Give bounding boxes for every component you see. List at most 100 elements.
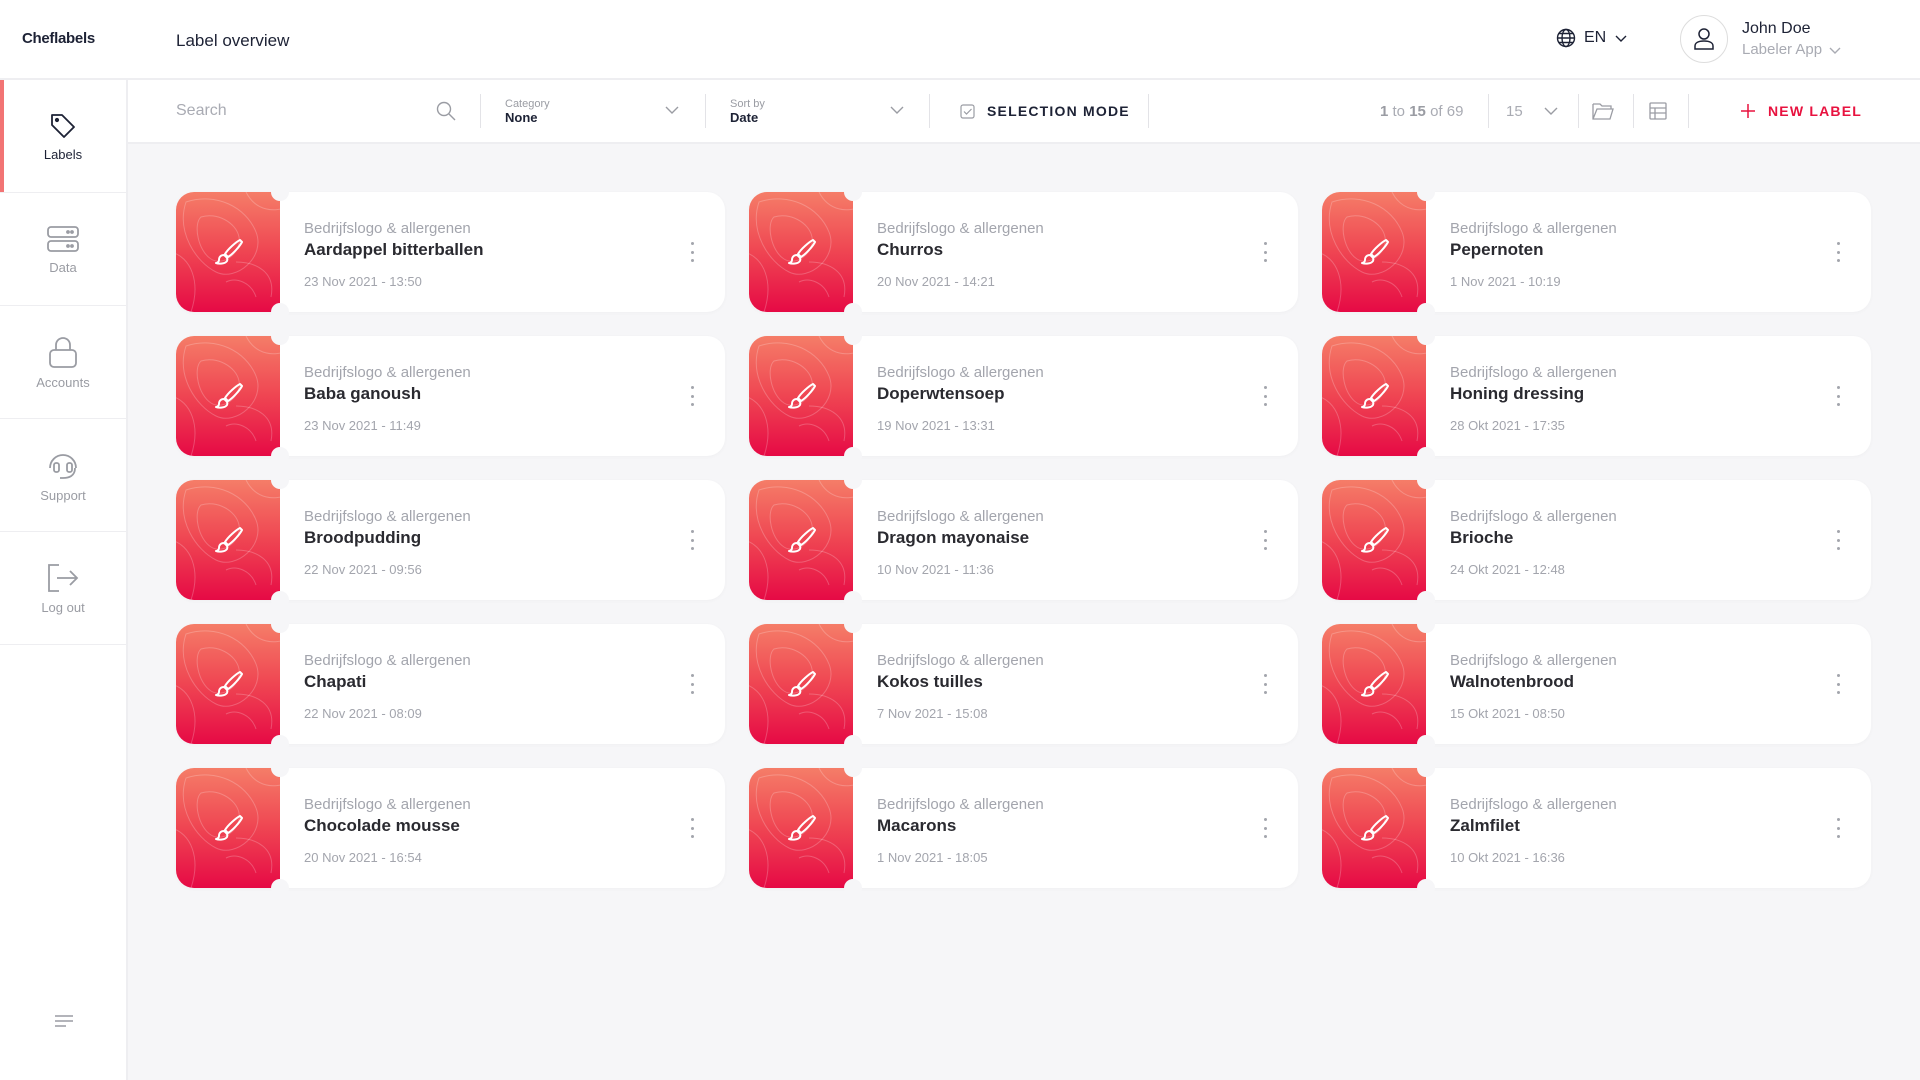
language-value: EN (1584, 29, 1607, 46)
more-options-icon[interactable] (689, 674, 695, 694)
label-date: 7 Nov 2021 - 15:08 (877, 706, 988, 721)
sidebar-item-support[interactable]: Support (0, 419, 126, 532)
more-options-icon[interactable] (1262, 530, 1268, 550)
user-name: John Doe (1742, 20, 1811, 37)
label-date: 20 Nov 2021 - 14:21 (877, 274, 995, 289)
more-options-icon[interactable] (1262, 386, 1268, 406)
label-card[interactable]: Bedrijfslogo & allergenen Walnotenbrood 15… (1322, 615, 1871, 753)
sidebar-item-labels[interactable]: Labels (0, 80, 126, 193)
search-input[interactable]: Search (176, 102, 227, 120)
label-thumbnail (749, 768, 853, 888)
label-category: Bedrijfslogo & allergenen (304, 508, 471, 525)
label-category: Bedrijfslogo & allergenen (877, 508, 1044, 525)
menu-icon[interactable] (54, 1014, 74, 1028)
label-card[interactable]: Bedrijfslogo & allergenen Doperwtensoep 19… (749, 327, 1298, 465)
label-thumbnail (176, 624, 280, 744)
sidebar-item-logout[interactable]: Log out (0, 532, 126, 645)
label-thumbnail (1322, 480, 1426, 600)
more-options-icon[interactable] (1835, 530, 1841, 550)
table-view-button[interactable] (1649, 80, 1667, 142)
label-category: Bedrijfslogo & allergenen (304, 364, 471, 381)
label-category: Bedrijfslogo & allergenen (1450, 508, 1617, 525)
more-options-icon[interactable] (1262, 818, 1268, 838)
label-category: Bedrijfslogo & allergenen (304, 652, 471, 669)
label-thumbnail (176, 336, 280, 456)
label-date: 10 Nov 2021 - 11:36 (877, 562, 994, 577)
paintbrush-icon (788, 815, 816, 841)
chevron-down-icon[interactable] (889, 104, 905, 116)
label-card[interactable]: Bedrijfslogo & allergenen Chocolade mouss… (176, 759, 725, 897)
globe-icon (1556, 28, 1576, 48)
more-options-icon[interactable] (689, 818, 695, 838)
pager-of-word: of (1430, 102, 1443, 120)
label-card[interactable]: Bedrijfslogo & allergenen Pepernoten 1 Nov… (1322, 183, 1871, 321)
sidebar-item-data[interactable]: Data (0, 193, 126, 306)
more-options-icon[interactable] (689, 386, 695, 406)
label-card[interactable]: Bedrijfslogo & allergenen Baba ganoush 23 … (176, 327, 725, 465)
label-thumbnail (1322, 192, 1426, 312)
pagination-info: 1 to 15 of 69 (1380, 80, 1463, 142)
label-date: 20 Nov 2021 - 16:54 (304, 850, 422, 865)
folder-view-button[interactable] (1592, 80, 1614, 142)
label-thumbnail (1322, 336, 1426, 456)
label-card[interactable]: Bedrijfslogo & allergenen Kokos tuilles 7 … (749, 615, 1298, 753)
toolbar: Search Category None Sort by Date SELECT… (128, 80, 1920, 144)
server-icon (47, 225, 79, 252)
chevron-down-icon (1829, 47, 1841, 54)
user-menu[interactable]: John Doe Labeler App (1680, 15, 1842, 63)
language-selector[interactable]: EN (1556, 28, 1628, 48)
label-name: Churros (877, 240, 944, 259)
label-card[interactable]: Bedrijfslogo & allergenen Dragon mayonais… (749, 471, 1298, 609)
category-label: Category (505, 97, 550, 110)
search-field[interactable]: Search (176, 80, 456, 142)
more-options-icon[interactable] (1835, 242, 1841, 262)
label-card[interactable]: Bedrijfslogo & allergenen Broodpudding 22 … (176, 471, 725, 609)
sidebar-item-accounts[interactable]: Accounts (0, 306, 126, 419)
label-card[interactable]: Bedrijfslogo & allergenen Brioche 24 Okt 2… (1322, 471, 1871, 609)
more-options-icon[interactable] (1262, 242, 1268, 262)
label-category: Bedrijfslogo & allergenen (1450, 796, 1617, 813)
label-name: Aardappel bitterballen (304, 240, 484, 259)
logo: Cheflabels (22, 30, 95, 47)
paintbrush-icon (788, 383, 816, 409)
paintbrush-icon (1361, 527, 1389, 553)
sidebar-item-label: Log out (41, 599, 85, 615)
label-card[interactable]: Bedrijfslogo & allergenen Churros 20 Nov 2… (749, 183, 1298, 321)
label-card[interactable]: Bedrijfslogo & allergenen Honing dressing… (1322, 327, 1871, 465)
more-options-icon[interactable] (689, 530, 695, 550)
label-name: Zalmfilet (1450, 816, 1520, 835)
avatar (1680, 15, 1728, 63)
label-name: Dragon mayonaise (877, 528, 1030, 547)
label-card[interactable]: Bedrijfslogo & allergenen Aardappel bitte… (176, 183, 725, 321)
more-options-icon[interactable] (1262, 674, 1268, 694)
selection-mode-toggle[interactable]: SELECTION MODE (960, 80, 1130, 142)
label-category: Bedrijfslogo & allergenen (877, 220, 1044, 237)
label-thumbnail (176, 480, 280, 600)
new-label-button[interactable]: NEW LABEL (1740, 80, 1862, 142)
label-category: Bedrijfslogo & allergenen (1450, 364, 1617, 381)
paintbrush-icon (1361, 383, 1389, 409)
more-options-icon[interactable] (689, 242, 695, 262)
label-thumbnail (749, 480, 853, 600)
paintbrush-icon (1361, 239, 1389, 265)
label-date: 24 Okt 2021 - 12:48 (1450, 562, 1565, 577)
more-options-icon[interactable] (1835, 818, 1841, 838)
sidebar-item-label: Data (49, 259, 77, 275)
more-options-icon[interactable] (1835, 386, 1841, 406)
label-card[interactable]: Bedrijfslogo & allergenen Chapati 22 Nov 2… (176, 615, 725, 753)
chevron-down-icon[interactable] (664, 104, 680, 116)
label-category: Bedrijfslogo & allergenen (877, 364, 1044, 381)
label-date: 23 Nov 2021 - 11:49 (304, 418, 421, 433)
new-label-text: NEW LABEL (1768, 103, 1863, 119)
more-options-icon[interactable] (1835, 674, 1841, 694)
label-card[interactable]: Bedrijfslogo & allergenen Macarons 1 Nov 2… (749, 759, 1298, 897)
checkbox-icon (960, 103, 975, 119)
per-page-dropdown[interactable]: 15 (1506, 80, 1559, 142)
paintbrush-icon (1361, 671, 1389, 697)
label-card[interactable]: Bedrijfslogo & allergenen Zalmfilet 10 Okt… (1322, 759, 1871, 897)
paintbrush-icon (215, 815, 243, 841)
search-icon[interactable] (436, 101, 456, 121)
label-name: Kokos tuilles (877, 672, 983, 691)
label-thumbnail (1322, 768, 1426, 888)
paintbrush-icon (215, 671, 243, 697)
